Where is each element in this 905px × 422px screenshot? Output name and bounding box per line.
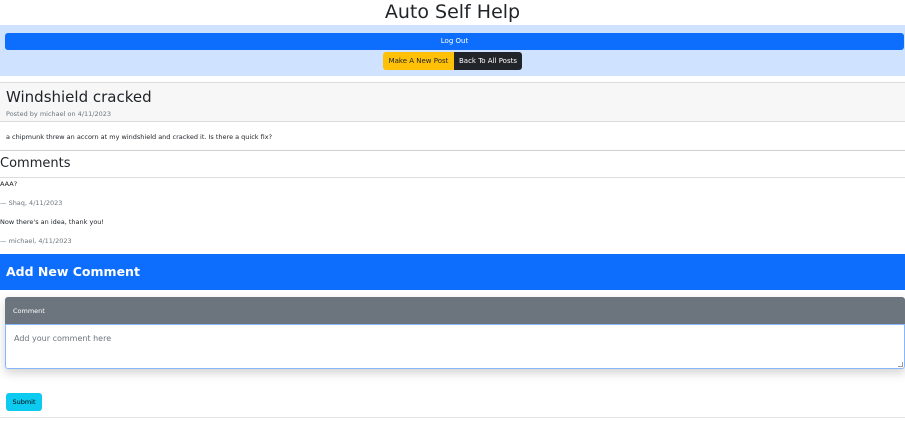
logout-button[interactable]: Log Out	[5, 33, 904, 50]
post-body: a chipmunk threw an accorn at my windshi…	[6, 133, 273, 141]
nav-button-group: Make A New Post Back To All Posts	[0, 52, 905, 70]
resize-handle-icon[interactable]	[898, 362, 903, 367]
new-post-button[interactable]: Make A New Post	[383, 52, 454, 70]
post-header: Windshield cracked Posted by michael on …	[0, 82, 905, 122]
submit-button[interactable]: Submit	[6, 393, 42, 411]
post-meta: Posted by michael on 4/11/2023	[6, 110, 112, 118]
comments-heading: Comments	[0, 156, 71, 171]
back-to-posts-button[interactable]: Back To All Posts	[454, 52, 522, 70]
post-title: Windshield cracked	[6, 88, 152, 106]
add-comment-header: Add New Comment	[0, 254, 905, 290]
add-comment-title: Add New Comment	[6, 264, 140, 279]
comment-text: AAA?	[0, 180, 18, 188]
divider	[0, 417, 905, 418]
comment-author: — Shaq, 4/11/2023	[0, 199, 63, 207]
comment-input-label: Comment	[5, 297, 905, 324]
comment-label-text: Comment	[13, 307, 45, 315]
comment-textarea[interactable]	[5, 324, 905, 369]
divider	[0, 177, 905, 178]
comment-author: — michael, 4/11/2023	[0, 237, 72, 245]
nav-bar: Log Out Make A New Post Back To All Post…	[0, 25, 905, 76]
site-title: Auto Self Help	[384, 1, 521, 23]
comment-text: Now there's an idea, thank you!	[0, 218, 105, 226]
divider	[0, 150, 905, 151]
comment-form: Comment	[5, 297, 905, 369]
